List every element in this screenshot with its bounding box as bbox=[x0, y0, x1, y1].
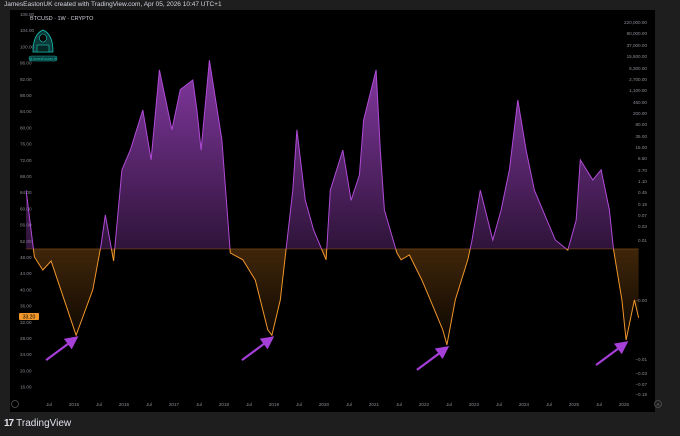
left-axis-tick: 48.00 bbox=[20, 255, 32, 260]
time-axis-tick: 2021 bbox=[369, 402, 380, 407]
svg-text:33.20: 33.20 bbox=[23, 315, 36, 321]
right-axis-tick: 1.10 bbox=[638, 179, 647, 184]
oscillator-chart[interactable]: 108.00104.00100.0096.0092.0088.0084.0080… bbox=[0, 0, 680, 436]
annotation-arrow bbox=[416, 345, 450, 371]
left-axis-tick: 40.00 bbox=[20, 287, 32, 292]
right-axis-tick: 1,100.00 bbox=[629, 88, 647, 93]
right-axis-tick: 0.07 bbox=[638, 213, 647, 218]
left-axis-tick: 100.00 bbox=[20, 44, 34, 49]
time-axis-tick: Jul bbox=[446, 402, 452, 407]
annotation-arrow bbox=[45, 336, 79, 362]
right-axis-tick: 35.00 bbox=[636, 134, 648, 139]
right-axis-tick: 0.45 bbox=[638, 190, 647, 195]
right-axis-tick: 2,700.00 bbox=[629, 77, 647, 82]
author-logo: @JamesEastonUK bbox=[28, 29, 58, 62]
left-axis-tick: 36.00 bbox=[20, 304, 32, 309]
right-axis-tick: −0.03 bbox=[635, 371, 647, 376]
annotation-arrow bbox=[595, 341, 629, 366]
time-axis-tick: 2017 bbox=[169, 402, 180, 407]
time-axis-tick: Jul bbox=[146, 402, 152, 407]
right-axis-tick: 80,000.00 bbox=[627, 31, 648, 36]
left-axis-tick: 88.00 bbox=[20, 93, 32, 98]
left-axis-tick: 60.00 bbox=[20, 206, 32, 211]
right-axis-tick: 200.00 bbox=[633, 111, 647, 116]
area-above-threshold bbox=[26, 60, 614, 249]
time-axis-tick: Jul bbox=[396, 402, 402, 407]
time-axis-tick: 2019 bbox=[269, 402, 280, 407]
right-axis-tick: 220,000.00 bbox=[624, 20, 647, 25]
goto-start-button[interactable] bbox=[11, 400, 19, 408]
left-axis-tick: 96.00 bbox=[20, 61, 32, 66]
left-axis-tick: 68.00 bbox=[20, 174, 32, 179]
time-axis-tick: 2020 bbox=[319, 402, 330, 407]
time-axis-tick: Jul bbox=[496, 402, 502, 407]
time-axis-tick: Jul bbox=[196, 402, 202, 407]
time-axis-tick: Jul bbox=[296, 402, 302, 407]
tradingview-logo-icon: 17 bbox=[4, 418, 14, 429]
time-axis-tick: Jul bbox=[246, 402, 252, 407]
tradingview-brand[interactable]: 17 TradingView bbox=[4, 418, 71, 429]
left-axis-tick: 80.00 bbox=[20, 125, 32, 130]
right-axis-tick: 0.19 bbox=[638, 202, 647, 207]
time-axis-tick: 2023 bbox=[469, 402, 480, 407]
time-axis-tick: 2016 bbox=[119, 402, 130, 407]
right-axis-tick: 80.00 bbox=[636, 122, 648, 127]
left-axis-tick: 44.00 bbox=[20, 271, 32, 276]
left-axis-tick: 76.00 bbox=[20, 142, 32, 147]
current-value-badge: 33.20 bbox=[19, 313, 39, 321]
right-axis-tick: −0.01 bbox=[635, 357, 647, 362]
right-axis-tick: −0.07 bbox=[635, 382, 647, 387]
time-axis[interactable]: Jul 2015 Jul 2016 Jul 2017 Jul 2018 Jul 2019 Jul 20… bbox=[46, 402, 629, 407]
right-axis-tick: 37,000.00 bbox=[627, 43, 648, 48]
right-axis-tick: 0.01 bbox=[638, 238, 647, 243]
right-axis-tick: 15.00 bbox=[636, 145, 648, 150]
logo-handle: @JamesEastonUK bbox=[29, 57, 58, 61]
right-axis-tick: 2.70 bbox=[638, 168, 647, 173]
time-axis-tick: Jul bbox=[46, 402, 52, 407]
time-axis-tick: 2015 bbox=[69, 402, 80, 407]
time-axis-tick: 2018 bbox=[219, 402, 230, 407]
right-axis-tick: 6,300.00 bbox=[629, 66, 647, 71]
time-axis-tick: 2026 bbox=[619, 402, 630, 407]
annotation-arrow bbox=[241, 336, 275, 362]
left-axis-tick: 28.00 bbox=[20, 336, 32, 341]
time-axis-tick: Jul bbox=[546, 402, 552, 407]
left-axis-tick: 92.00 bbox=[20, 77, 32, 82]
left-axis-tick: 32.00 bbox=[20, 320, 32, 325]
symbol-label: BTCUSD · 1W · CRYPTO bbox=[30, 16, 94, 22]
left-axis-tick: 20.00 bbox=[20, 368, 32, 373]
brand-name: TradingView bbox=[16, 418, 72, 429]
time-axis-tick: Jul bbox=[96, 402, 102, 407]
right-axis-tick: 460.00 bbox=[633, 100, 647, 105]
left-axis-tick: 16.00 bbox=[20, 385, 32, 390]
right-price-axis[interactable]: 220,000.00 80,000.00 37,000.00 15,500.00 6,3… bbox=[624, 20, 647, 397]
right-axis-tick: −0.18 bbox=[635, 392, 647, 397]
time-axis-tick: 2022 bbox=[419, 402, 430, 407]
left-axis-tick: 24.00 bbox=[20, 352, 32, 357]
svg-text:A: A bbox=[656, 402, 659, 407]
right-axis-tick: 6.50 bbox=[638, 156, 647, 161]
left-axis-tick: 72.00 bbox=[20, 158, 32, 163]
left-axis-tick: 104.00 bbox=[20, 28, 34, 33]
time-axis-tick: Jul bbox=[596, 402, 602, 407]
time-axis-tick: 2024 bbox=[519, 402, 530, 407]
right-axis-tick: 0.03 bbox=[638, 224, 647, 229]
time-axis-tick: 2025 bbox=[569, 402, 580, 407]
auto-scale-button[interactable]: A bbox=[654, 400, 662, 408]
left-axis-tick: 84.00 bbox=[20, 109, 32, 114]
right-axis-tick: 15,500.00 bbox=[627, 54, 648, 59]
time-axis-tick: Jul bbox=[346, 402, 352, 407]
